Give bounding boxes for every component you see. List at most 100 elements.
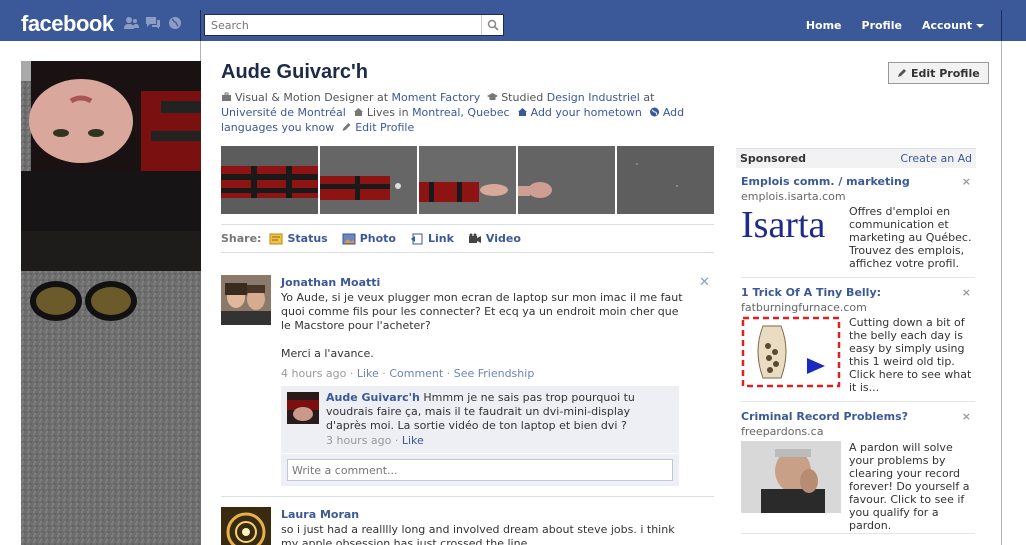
- close-icon[interactable]: ×: [962, 286, 971, 299]
- home-icon: [517, 108, 527, 116]
- link-icon: [410, 233, 423, 244]
- avatar: [221, 275, 271, 325]
- story-meta: 4 hours ago · Like · Comment · See Frien…: [281, 367, 535, 380]
- strip-photo[interactable]: [518, 146, 615, 214]
- share-status-label: Status: [287, 232, 328, 245]
- search-box: [204, 14, 504, 36]
- ad-image[interactable]: [741, 316, 841, 388]
- comment-link[interactable]: Comment: [389, 367, 443, 380]
- strip-photo[interactable]: [221, 146, 318, 214]
- divider: [741, 533, 975, 534]
- ad-image[interactable]: Isarta: [741, 205, 841, 245]
- video-icon: [468, 233, 481, 243]
- avatar: [221, 507, 271, 545]
- sponsored-header: Sponsored Create an Ad: [736, 148, 976, 168]
- strip-photo-image: [518, 146, 615, 214]
- close-icon[interactable]: ×: [962, 410, 971, 423]
- story-author-avatar[interactable]: [221, 507, 271, 545]
- isarta-logo: Isarta: [741, 205, 826, 245]
- facebook-logo[interactable]: facebook: [21, 11, 114, 37]
- profile-picture[interactable]: [21, 61, 201, 545]
- edit-profile-link[interactable]: Edit Profile: [355, 121, 414, 134]
- see-friendship-link[interactable]: See Friendship: [454, 367, 535, 380]
- ad-title[interactable]: Criminal Record Problems?: [741, 410, 975, 423]
- strip-photo[interactable]: [617, 146, 714, 214]
- strip-photo[interactable]: [320, 146, 417, 214]
- share-link-button[interactable]: Link: [410, 232, 454, 245]
- write-comment-input[interactable]: [287, 459, 673, 481]
- globe-icon: [649, 107, 659, 117]
- strip-photo-image: [221, 146, 318, 214]
- status-icon: [269, 233, 283, 244]
- story-author-avatar[interactable]: [221, 275, 271, 325]
- share-video-button[interactable]: Video: [468, 232, 521, 245]
- nav-home[interactable]: Home: [796, 13, 852, 38]
- notification-jewels: [123, 16, 183, 30]
- ad-image[interactable]: [741, 441, 841, 513]
- notifications-globe-icon[interactable]: [167, 16, 183, 30]
- nav-account[interactable]: Account: [912, 13, 994, 38]
- comments-section: Aude Guivarc'h Hmmm je ne sais pas trop …: [281, 386, 679, 486]
- story-author-name[interactable]: Laura Moran: [281, 508, 359, 521]
- share-label: Share:: [221, 232, 262, 245]
- field-of-study-link[interactable]: Design Industriel: [547, 91, 640, 104]
- nav-profile[interactable]: Profile: [852, 13, 912, 38]
- chevron-down-icon: [976, 24, 984, 28]
- current-city-link[interactable]: Montreal, Quebec: [412, 106, 510, 119]
- ad-body: Offres d'emploi en communication et mark…: [849, 205, 972, 270]
- close-icon[interactable]: ✕: [699, 275, 710, 290]
- like-link[interactable]: Like: [357, 367, 379, 380]
- ad-domain: freepardons.ca: [741, 425, 824, 438]
- share-link-label: Link: [427, 232, 454, 245]
- divider: [741, 401, 975, 402]
- ad-item[interactable]: 1 Trick Of A Tiny Belly: fatburningfurna…: [741, 286, 975, 396]
- pencil-icon: [898, 69, 906, 77]
- strip-photo[interactable]: [419, 146, 516, 214]
- school-link[interactable]: Université de Montréal: [221, 106, 346, 119]
- divider: [221, 224, 714, 225]
- photo-strip: [221, 146, 714, 214]
- comment-author-avatar[interactable]: [287, 392, 319, 424]
- graduation-cap-icon: [487, 93, 499, 100]
- studied-at: at: [643, 91, 655, 104]
- story-timestamp: 4 hours ago: [281, 367, 347, 380]
- comment-like-link[interactable]: Like: [402, 434, 424, 447]
- house-icon: [353, 108, 363, 116]
- comment-meta: 3 hours ago · Like: [326, 434, 424, 447]
- studied-prefix: Studied: [501, 91, 544, 104]
- messages-icon[interactable]: [145, 16, 161, 30]
- profile-name: Aude Guivarc'h: [221, 61, 369, 83]
- search-icon: [487, 19, 499, 31]
- share-status-button[interactable]: Status: [269, 232, 328, 245]
- divider: [741, 277, 975, 278]
- close-icon[interactable]: ×: [962, 175, 971, 188]
- ad-title[interactable]: Emplois comm. / marketing: [741, 175, 975, 188]
- comment-author-name[interactable]: Aude Guivarc'h: [326, 391, 420, 404]
- sponsored-title: Sponsored: [740, 152, 807, 165]
- lives-prefix: Lives in: [366, 106, 409, 119]
- employer-link[interactable]: Moment Factory: [392, 91, 481, 104]
- search-input[interactable]: [205, 15, 477, 35]
- ad-body: Cutting down a bit of the belly each day…: [849, 316, 972, 394]
- ad-title[interactable]: 1 Trick Of A Tiny Belly:: [741, 286, 975, 299]
- search-button[interactable]: [481, 15, 503, 35]
- story-message: so i just had a realllly long and involv…: [281, 523, 675, 545]
- story-author-name[interactable]: Jonathan Moatti: [281, 276, 380, 289]
- friend-requests-icon[interactable]: [123, 16, 139, 30]
- profile-info: Visual & Motion Designer at Moment Facto…: [221, 90, 711, 135]
- add-hometown-link[interactable]: Add your hometown: [531, 106, 642, 119]
- share-photo-button[interactable]: Photo: [342, 232, 396, 245]
- photo-icon: [342, 233, 356, 244]
- share-video-label: Video: [485, 232, 521, 245]
- briefcase-icon: [222, 92, 231, 101]
- divider: [221, 496, 714, 497]
- create-ad-link[interactable]: Create an Ad: [900, 152, 972, 165]
- ad-item[interactable]: Emplois comm. / marketing emplois.isarta…: [741, 175, 975, 271]
- edit-profile-label: Edit Profile: [911, 66, 980, 80]
- ad-domain: fatburningfurnace.com: [741, 301, 867, 314]
- share-photo-label: Photo: [359, 232, 396, 245]
- profile-picture-image: [21, 61, 201, 545]
- edit-profile-button[interactable]: Edit Profile: [888, 62, 989, 84]
- comment-body: Aude Guivarc'h Hmmm je ne sais pas trop …: [326, 391, 671, 433]
- ad-item[interactable]: Criminal Record Problems? freepardons.ca…: [741, 410, 975, 532]
